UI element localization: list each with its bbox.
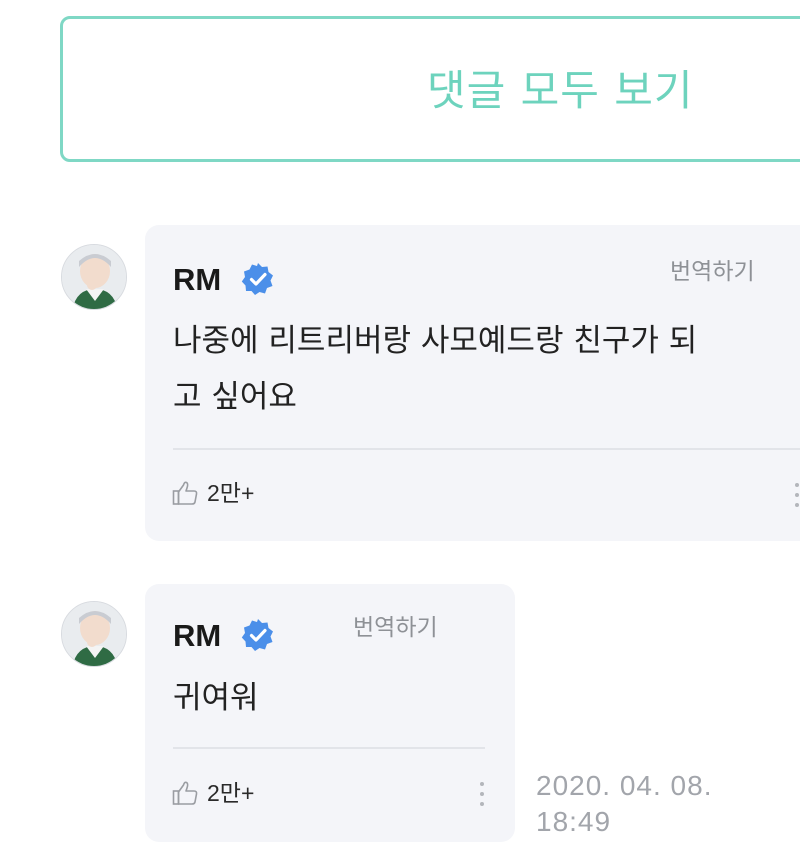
- comment-author[interactable]: RM: [173, 260, 221, 300]
- comment-text-line: 고 싶어요: [173, 379, 297, 415]
- translate-button[interactable]: 번역하기: [670, 256, 755, 288]
- like-count: 2만+: [207, 780, 255, 806]
- view-all-comments-button[interactable]: 댓글 모두 보기: [60, 16, 800, 162]
- more-options-button[interactable]: [791, 483, 800, 513]
- thumbs-up-icon: [172, 481, 198, 505]
- avatar[interactable]: [61, 601, 127, 667]
- more-vertical-icon: [795, 483, 799, 487]
- divider: [173, 747, 485, 749]
- comment-text-line: 나중에 리트리버랑 사모예드랑 친구가 되: [173, 323, 698, 359]
- translate-button[interactable]: 번역하기: [353, 612, 438, 644]
- comment-card: RM 번역하기 나중에 리트리버랑 사모예드랑 친구가 되 고 싶어요 2만+: [145, 225, 800, 541]
- more-options-button[interactable]: [476, 782, 488, 812]
- timestamp-date: 2020. 04. 08.: [536, 770, 713, 801]
- like-count: 2만+: [207, 480, 255, 506]
- like-button[interactable]: 2만+: [171, 476, 254, 510]
- timestamp-time: 18:49: [536, 806, 612, 837]
- more-vertical-icon: [480, 782, 484, 786]
- comment-card: RM 번역하기 귀여워 2만+: [145, 584, 515, 842]
- comment-timestamp: 2020. 04. 08. 18:49: [536, 768, 712, 840]
- avatar[interactable]: [61, 244, 127, 310]
- comment-author[interactable]: RM: [173, 616, 221, 656]
- comment-text-line: 귀여워: [173, 680, 259, 716]
- verified-badge-icon: [241, 619, 273, 651]
- avatar-photo: [62, 602, 126, 666]
- thumbs-up-icon: [172, 781, 198, 805]
- view-all-comments-label: 댓글 모두 보기: [427, 66, 694, 115]
- divider: [173, 448, 800, 450]
- like-button[interactable]: 2만+: [171, 776, 254, 810]
- verified-badge-icon: [241, 263, 273, 295]
- avatar-photo: [62, 245, 126, 309]
